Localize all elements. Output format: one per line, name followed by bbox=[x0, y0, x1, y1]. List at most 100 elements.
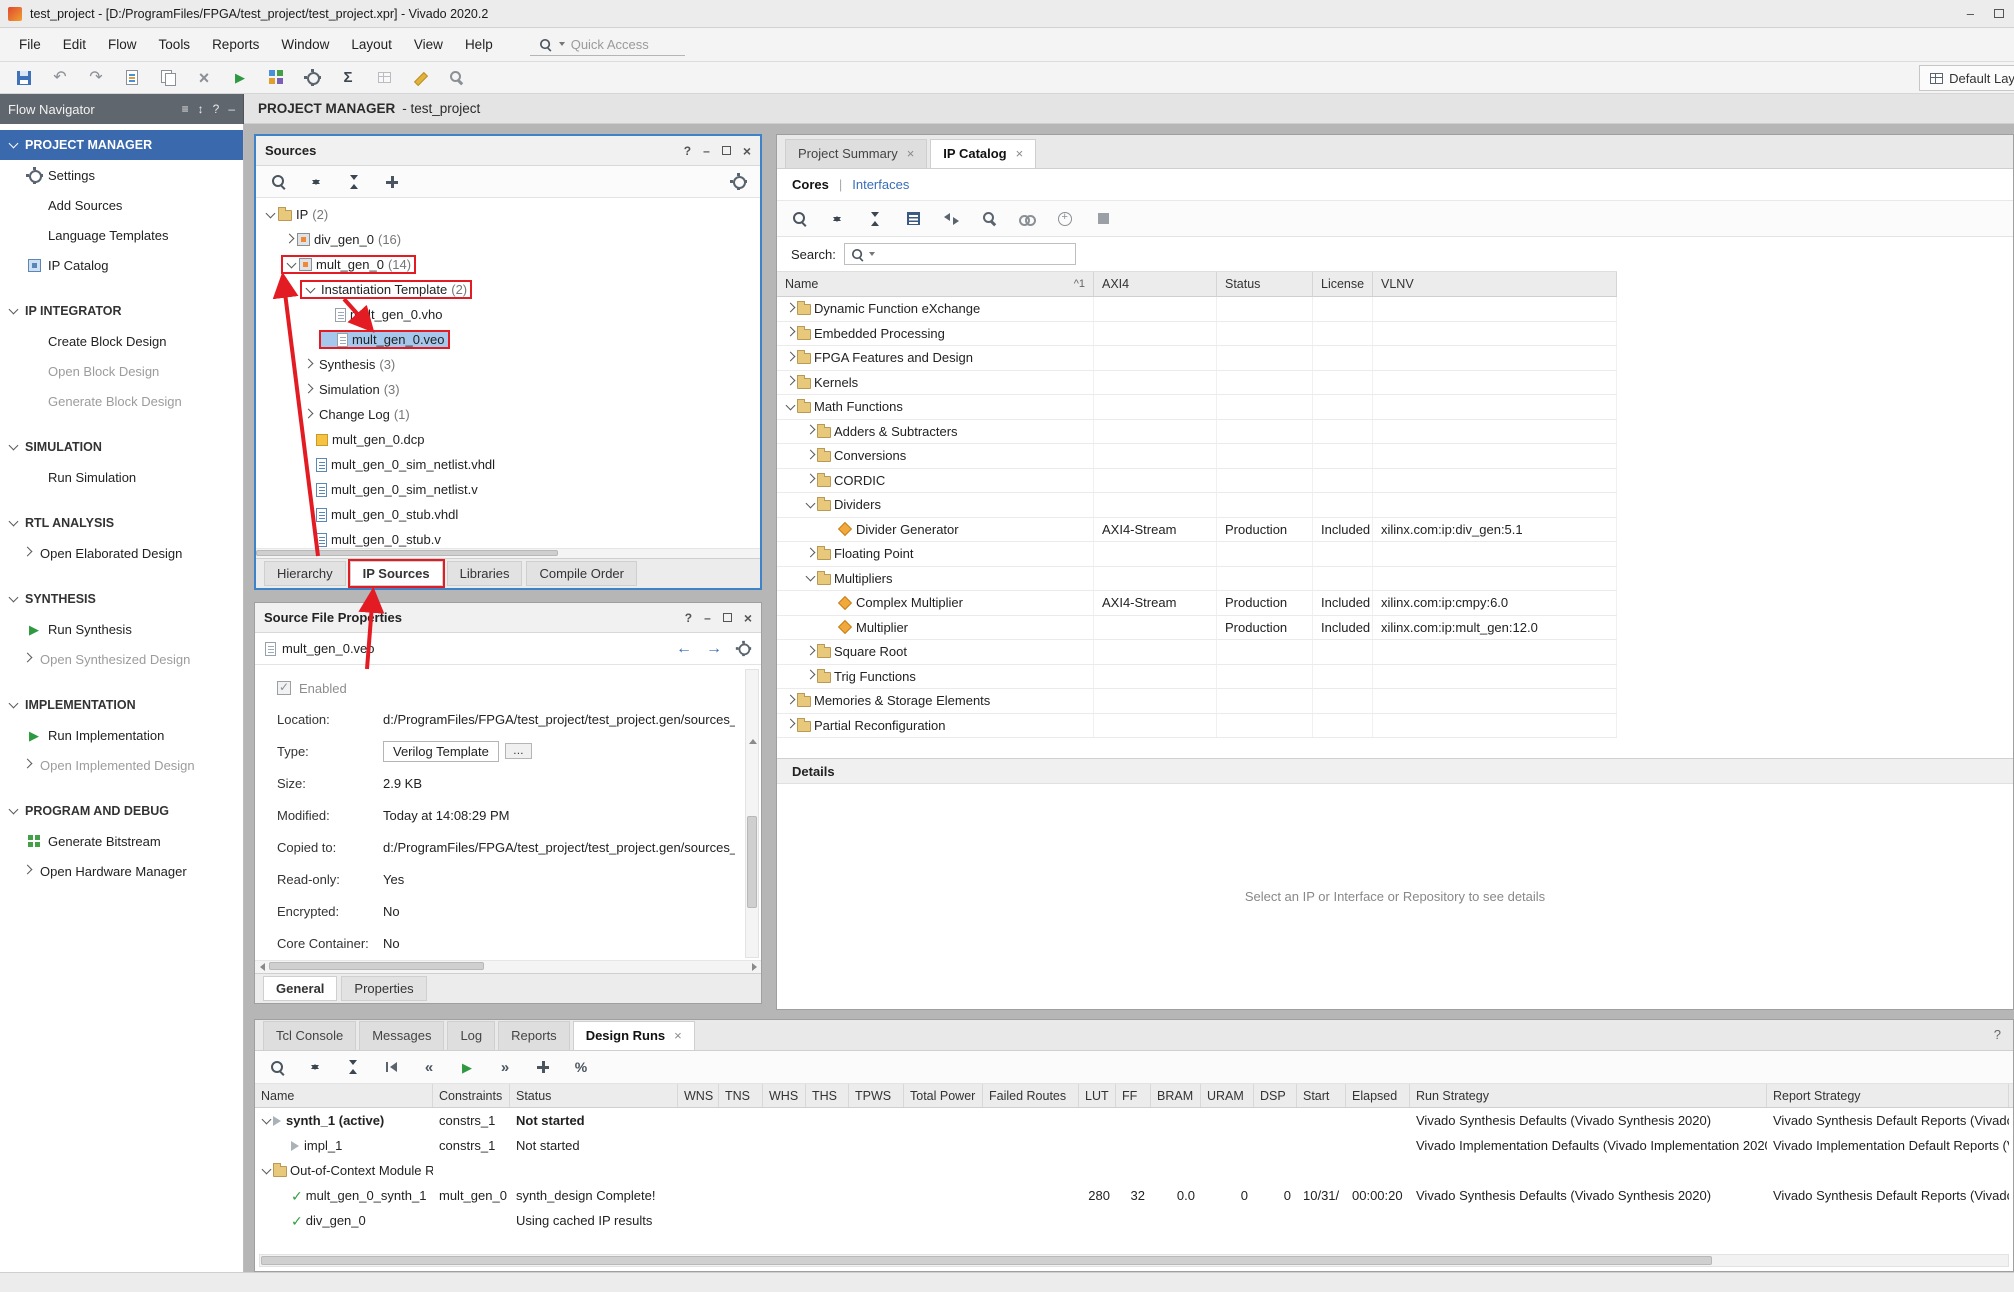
add-button[interactable] bbox=[529, 1055, 557, 1079]
properties-horizontal-scrollbar[interactable] bbox=[255, 960, 761, 973]
chevron-down-icon[interactable] bbox=[261, 1115, 273, 1127]
minimize-icon[interactable] bbox=[703, 144, 710, 158]
column-header-start[interactable]: Start bbox=[1297, 1084, 1346, 1107]
sources-item-div-gen-0[interactable]: div_gen_0 (16) bbox=[256, 227, 760, 252]
column-header-dsp[interactable]: DSP bbox=[1254, 1084, 1297, 1107]
catalog-item-divider-generator[interactable]: Divider GeneratorAXI4-StreamProductionIn… bbox=[777, 518, 1617, 543]
chevron-down-icon[interactable] bbox=[8, 139, 20, 151]
flownav-section-ip-integrator[interactable]: IP INTEGRATOR bbox=[0, 296, 243, 326]
flownav-item-open-hardware-manager[interactable]: Open Hardware Manager bbox=[0, 856, 243, 886]
chevron-right-icon[interactable] bbox=[22, 653, 34, 665]
flownav-item-generate-block-design[interactable]: Generate Block Design bbox=[0, 386, 243, 416]
edit-button[interactable] bbox=[406, 66, 434, 90]
column-header-report-strategy[interactable]: Report Strategy bbox=[1767, 1084, 2009, 1107]
chevron-down-icon[interactable] bbox=[785, 401, 797, 413]
menu-edit[interactable]: Edit bbox=[52, 30, 97, 59]
transfer-button[interactable] bbox=[937, 207, 965, 231]
chevron-right-icon[interactable] bbox=[785, 695, 797, 707]
layout-button[interactable] bbox=[370, 66, 398, 90]
flownav-item-open-implemented-design[interactable]: Open Implemented Design bbox=[0, 750, 243, 780]
add-circle-button[interactable] bbox=[1051, 207, 1079, 231]
column-header-status[interactable]: Status bbox=[1217, 272, 1313, 296]
catalog-item-cordic[interactable]: CORDIC bbox=[777, 469, 1617, 494]
scrollbar-thumb[interactable] bbox=[261, 1256, 1712, 1265]
sources-item-mult-gen-0-sim-netlist-vhdl[interactable]: mult_gen_0_sim_netlist.vhdl bbox=[256, 452, 760, 477]
sources-item-change-log[interactable]: Change Log (1) bbox=[256, 402, 760, 427]
tab-general[interactable]: General bbox=[263, 976, 337, 1001]
maximize-icon[interactable] bbox=[1994, 9, 2004, 18]
column-header-constraints[interactable]: Constraints bbox=[433, 1084, 510, 1107]
catalog-item-floating-point[interactable]: Floating Point bbox=[777, 542, 1617, 567]
collapse-all-button[interactable] bbox=[302, 170, 330, 194]
catalog-item-trig-functions[interactable]: Trig Functions bbox=[777, 665, 1617, 690]
column-header-axi4[interactable]: AXI4 bbox=[1094, 272, 1217, 296]
run-button[interactable] bbox=[226, 66, 254, 90]
tab-properties[interactable]: Properties bbox=[341, 976, 426, 1001]
sources-item-mult-gen-0-stub-vhdl[interactable]: mult_gen_0_stub.vhdl bbox=[256, 502, 760, 527]
minimize-icon[interactable] bbox=[704, 611, 711, 625]
flownav-item-open-elaborated-design[interactable]: Open Elaborated Design bbox=[0, 538, 243, 568]
sources-item-mult-gen-0-sim-netlist-v[interactable]: mult_gen_0_sim_netlist.v bbox=[256, 477, 760, 502]
catalog-item-partial-reconfiguration[interactable]: Partial Reconfiguration bbox=[777, 714, 1617, 739]
close-icon[interactable] bbox=[907, 146, 915, 161]
flownav-item-create-block-design[interactable]: Create Block Design bbox=[0, 326, 243, 356]
link-button[interactable] bbox=[1013, 207, 1041, 231]
search-button[interactable] bbox=[264, 170, 292, 194]
sources-horizontal-scrollbar[interactable] bbox=[256, 548, 760, 558]
catalog-item-memories-storage-elements[interactable]: Memories & Storage Elements bbox=[777, 689, 1617, 714]
flownav-item-open-block-design[interactable]: Open Block Design bbox=[0, 356, 243, 386]
column-header-whs[interactable]: WHS bbox=[763, 1084, 806, 1107]
chevron-down-icon[interactable] bbox=[8, 805, 20, 817]
play-button[interactable] bbox=[453, 1055, 481, 1079]
column-header-status[interactable]: Status bbox=[510, 1084, 678, 1107]
redo-button[interactable] bbox=[82, 66, 110, 90]
collapse-all-button[interactable] bbox=[823, 207, 851, 231]
chevron-right-icon[interactable] bbox=[785, 376, 797, 388]
catalog-item-square-root[interactable]: Square Root bbox=[777, 640, 1617, 665]
flownav-section-project-manager[interactable]: PROJECT MANAGER bbox=[0, 130, 243, 160]
float-icon[interactable] bbox=[722, 146, 731, 155]
column-header-license[interactable]: License bbox=[1313, 272, 1373, 296]
chevron-right-icon[interactable] bbox=[805, 474, 817, 486]
column-header-total-power[interactable]: Total Power bbox=[904, 1084, 983, 1107]
chevron-right-icon[interactable] bbox=[22, 865, 34, 877]
close-icon[interactable] bbox=[744, 610, 752, 626]
catalog-item-fpga-features-and-design[interactable]: FPGA Features and Design bbox=[777, 346, 1617, 371]
minimize-icon[interactable] bbox=[1967, 6, 1974, 21]
tab-project-summary[interactable]: Project Summary bbox=[785, 139, 927, 168]
forward-arrow-icon[interactable] bbox=[706, 640, 722, 658]
chevron-right-icon[interactable] bbox=[805, 548, 817, 560]
chevron-down-icon[interactable] bbox=[8, 699, 20, 711]
tab-ip-catalog[interactable]: IP Catalog bbox=[930, 139, 1036, 168]
chevron-right-icon[interactable] bbox=[805, 450, 817, 462]
help-icon[interactable] bbox=[1994, 1027, 2001, 1042]
goto-start-button[interactable] bbox=[377, 1055, 405, 1079]
chevron-right-icon[interactable] bbox=[785, 719, 797, 731]
cores-toggle[interactable]: Cores bbox=[792, 177, 829, 192]
chevron-right-icon[interactable] bbox=[785, 327, 797, 339]
catalog-item-dynamic-function-exchange[interactable]: Dynamic Function eXchange bbox=[777, 297, 1617, 322]
chevron-down-icon[interactable] bbox=[805, 499, 817, 511]
tab-reports[interactable]: Reports bbox=[498, 1021, 570, 1050]
collapse-all-button[interactable] bbox=[301, 1055, 329, 1079]
catalog-item-kernels[interactable]: Kernels bbox=[777, 371, 1617, 396]
search-button[interactable] bbox=[263, 1055, 291, 1079]
catalog-item-multipliers[interactable]: Multipliers bbox=[777, 567, 1617, 592]
undo-button[interactable] bbox=[46, 66, 74, 90]
close-icon[interactable] bbox=[743, 143, 751, 159]
scrollbar-thumb[interactable] bbox=[256, 550, 558, 556]
column-header-name[interactable]: Name^1 bbox=[777, 272, 1094, 296]
column-header-bram[interactable]: BRAM bbox=[1151, 1084, 1201, 1107]
chevron-down-icon[interactable] bbox=[8, 593, 20, 605]
chevron-down-icon[interactable] bbox=[805, 572, 817, 584]
blocks-button[interactable] bbox=[262, 66, 290, 90]
flownav-item-run-implementation[interactable]: Run Implementation bbox=[0, 720, 243, 750]
help-icon[interactable] bbox=[213, 102, 220, 116]
chevron-right-icon[interactable] bbox=[22, 547, 34, 559]
catalog-item-embedded-processing[interactable]: Embedded Processing bbox=[777, 322, 1617, 347]
minimize-icon[interactable] bbox=[228, 102, 235, 116]
flownav-item-run-simulation[interactable]: Run Simulation bbox=[0, 462, 243, 492]
step-forward-button[interactable] bbox=[491, 1055, 519, 1079]
scrollbar-track[interactable] bbox=[269, 961, 747, 973]
properties-panel-header[interactable]: Source File Properties bbox=[255, 603, 761, 633]
